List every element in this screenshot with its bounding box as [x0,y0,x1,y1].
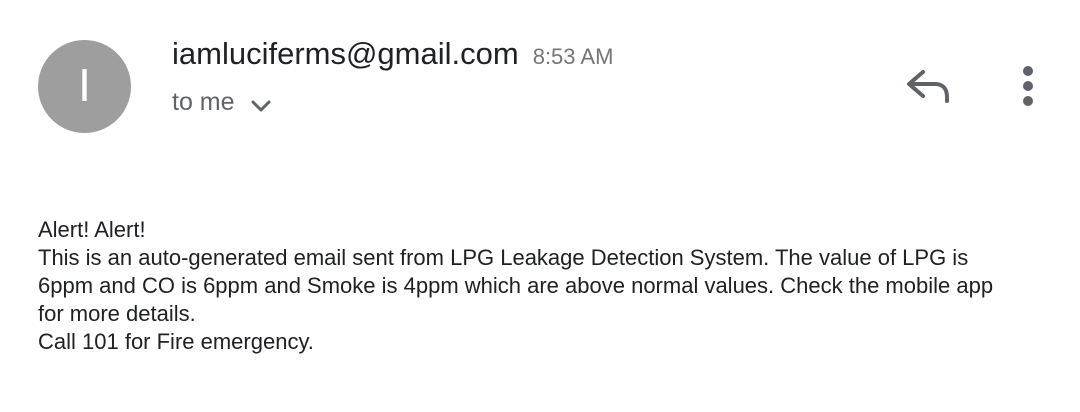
sender-avatar[interactable]: I [38,40,131,133]
email-body-line: for more details. [38,301,196,326]
recipient-details-toggle[interactable]: to me [172,86,273,118]
email-body-line: 6ppm and CO is 6ppm and Smoke is 4ppm wh… [38,273,994,298]
more-options-button[interactable] [1008,62,1048,114]
sender-email[interactable]: iamluciferms@gmail.com [172,36,519,72]
email-body-line: This is an auto-generated email sent fro… [38,245,969,270]
chevron-down-icon[interactable] [249,94,273,118]
email-body: Alert! Alert! This is an auto-generated … [38,216,1058,356]
email-body-line: Call 101 for Fire emergency. [38,329,314,354]
email-time: 8:53 AM [532,44,614,69]
reply-icon [903,66,953,111]
recipient-label: to me [172,87,235,116]
avatar-letter: I [78,61,91,112]
reply-button[interactable] [902,66,954,110]
email-body-line: Alert! Alert! [38,217,146,242]
more-vert-icon [1021,65,1035,112]
sender-row: iamluciferms@gmail.com 8:53 AM [172,36,613,72]
